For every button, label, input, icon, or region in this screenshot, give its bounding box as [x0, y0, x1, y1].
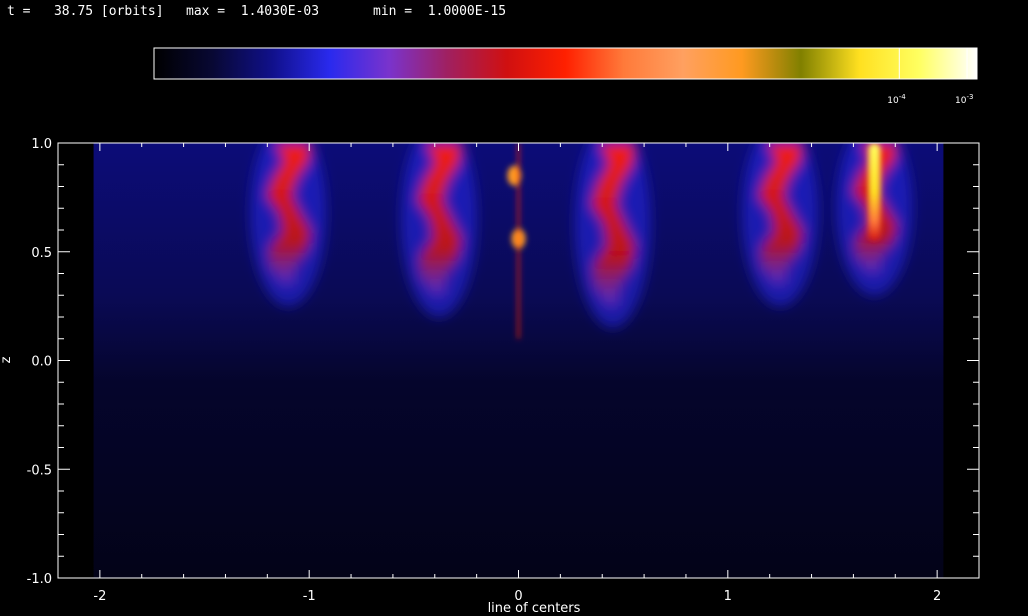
x-tick-label: 2	[933, 589, 941, 604]
y-tick-label: 0.5	[31, 246, 52, 261]
colorbar-gradient	[153, 47, 978, 80]
x-tick-label: -2	[93, 589, 106, 604]
y-tick-label: -0.5	[27, 463, 52, 478]
y-tick-label: 0.0	[31, 355, 52, 370]
x-axis-label: line of centers	[488, 601, 581, 616]
y-axis-label: z	[0, 356, 14, 363]
colorbar-tick-label: 10-4	[887, 93, 906, 106]
x-tick-label: -1	[303, 589, 316, 604]
colorbar-tick-label: 10-3	[955, 93, 973, 106]
y-tick-label: 1.0	[31, 137, 52, 152]
x-tick-label: 1	[724, 589, 732, 604]
chart-svg: 10-4 10-3 -2 -1 0 1 2-1.0-0.50.00.51.0 line o…	[0, 47, 980, 616]
plume-hot-core	[868, 143, 881, 241]
colorbar: 10-4 10-3	[153, 47, 978, 106]
y-tick-label: -1.0	[27, 572, 52, 587]
plot-area	[58, 143, 979, 578]
